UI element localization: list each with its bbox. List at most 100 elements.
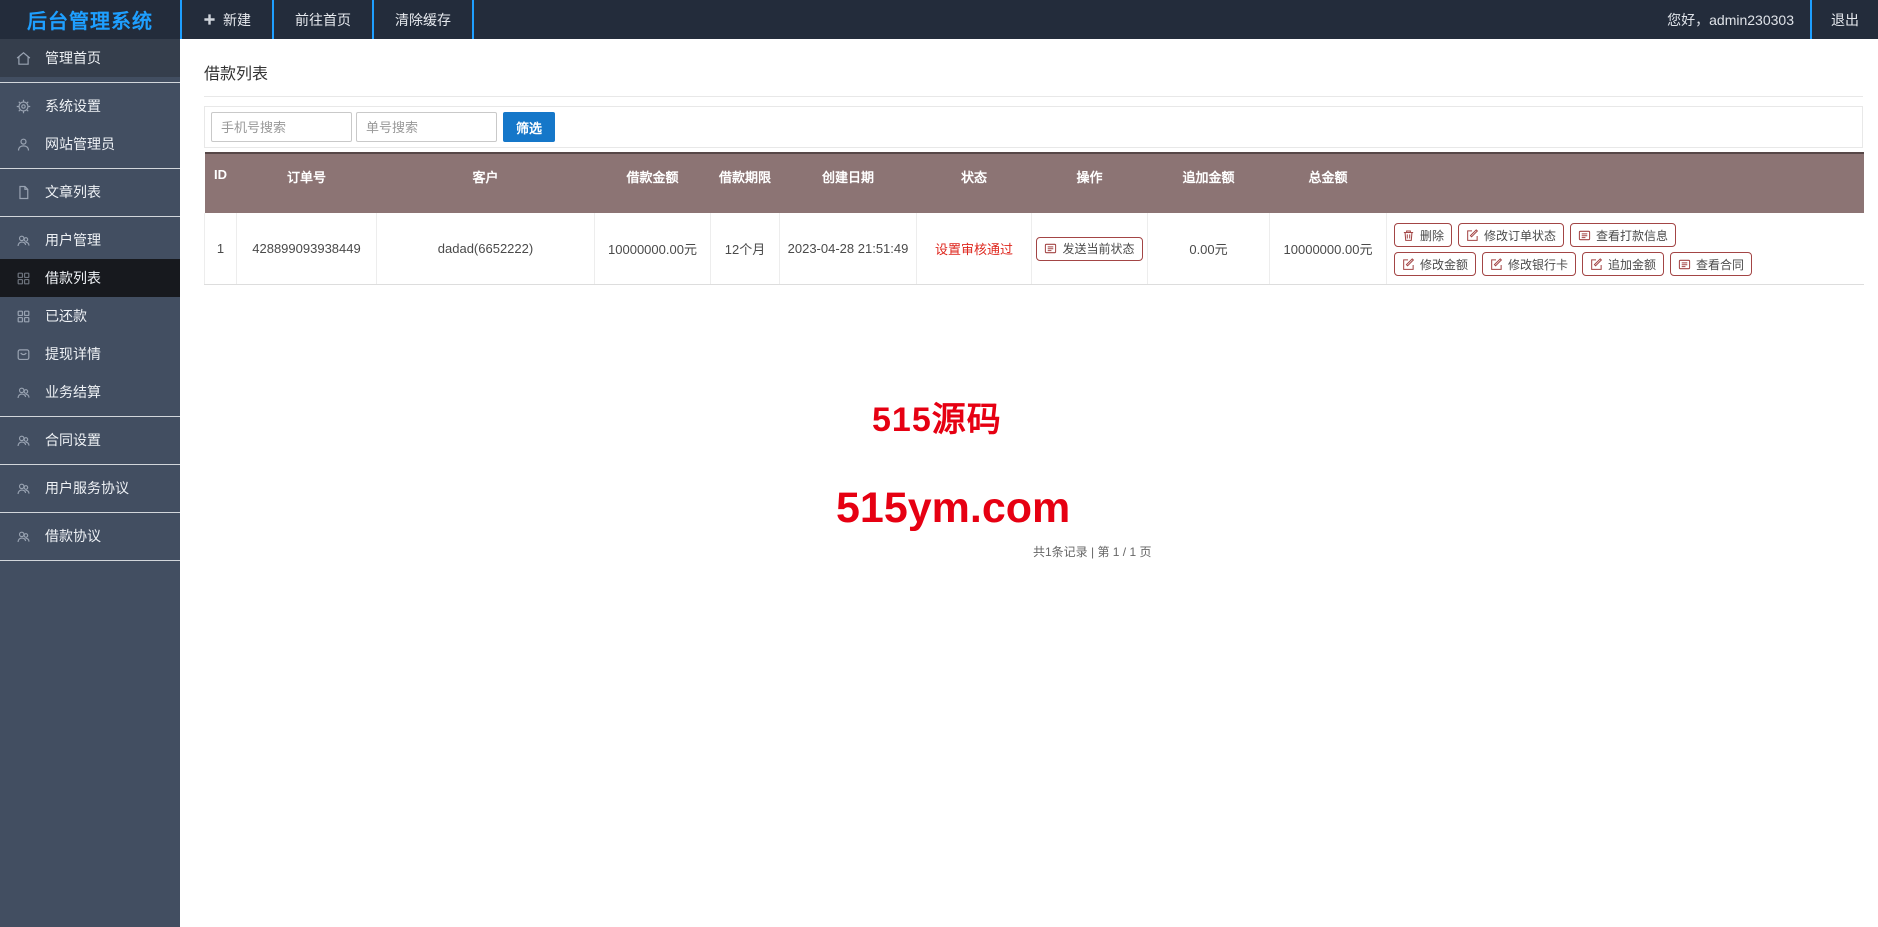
user-icon (15, 136, 32, 153)
box-icon (15, 346, 32, 363)
users-icon (15, 232, 32, 249)
sidebar-group: 系统设置 网站管理员 (0, 83, 180, 169)
sidebar-group: 用户管理 借款列表 已还款 提现详情 业务结算 (0, 217, 180, 417)
cell-total-amount: 10000000.00元 (1269, 213, 1387, 285)
users-icon (15, 480, 32, 497)
list-icon (1578, 229, 1591, 242)
list-icon (1678, 258, 1691, 271)
add-amount-button[interactable]: 追加金额 (1582, 252, 1665, 276)
sidebar-item-label: 合同设置 (45, 432, 101, 448)
main-content: 借款列表 筛选 ID 订单号 客户 借款金额 借款期限 创建日期 状态 (180, 39, 1878, 927)
gear-icon (15, 98, 32, 115)
sidebar-item-user-management[interactable]: 用户管理 (0, 221, 180, 259)
trash-icon (1402, 229, 1415, 242)
home-icon (15, 50, 32, 67)
top-bar: 后台管理系统 新建 前往首页 清除缓存 您好，admin230303 退出 (0, 0, 1878, 39)
admin-page: 后台管理系统 新建 前往首页 清除缓存 您好，admin230303 退出 管理… (0, 0, 1878, 927)
clear-cache-label: 清除缓存 (395, 11, 451, 28)
sidebar-item-label: 借款协议 (45, 528, 101, 544)
sidebar-group: 合同设置 (0, 417, 180, 465)
col-header-created-date: 创建日期 (779, 152, 917, 213)
clear-cache-button[interactable]: 清除缓存 (374, 0, 474, 39)
app-logo: 后台管理系统 (27, 11, 153, 33)
sidebar-group: 借款协议 (0, 513, 180, 561)
sidebar-item-loan-agreement[interactable]: 借款协议 (0, 517, 180, 555)
sidebar-item-label: 已还款 (45, 308, 87, 324)
top-bar-right: 您好，admin230303 退出 (1651, 0, 1878, 39)
go-homepage-label: 前往首页 (295, 11, 351, 28)
col-header-id: ID (204, 152, 237, 213)
cell-actions: 删除 修改订单状态 查看打款信息 修改金额 修改银行卡 追加金额 查看合同 (1386, 213, 1864, 285)
delete-button[interactable]: 删除 (1394, 223, 1453, 247)
col-header-extra-amount: 追加金额 (1147, 152, 1270, 213)
user-greeting: 您好，admin230303 (1667, 11, 1794, 28)
col-header-actions (1386, 152, 1864, 213)
cell-order-no: 428899093938449 (236, 213, 377, 285)
status-badge: 设置审核通过 (934, 242, 1013, 257)
loan-table: ID 订单号 客户 借款金额 借款期限 创建日期 状态 操作 追加金额 总金额 … (204, 152, 1864, 285)
sidebar-group: 文章列表 (0, 169, 180, 217)
order-search-input[interactable] (356, 112, 497, 142)
send-current-status-button[interactable]: 发送当前状态 (1036, 236, 1143, 261)
cell-status: 设置审核通过 (916, 213, 1032, 285)
view-contract-button[interactable]: 查看合同 (1670, 252, 1753, 276)
actions-row-1: 删除 修改订单状态 查看打款信息 (1394, 223, 1860, 247)
sidebar-item-label: 系统设置 (45, 98, 101, 114)
cell-customer: dadad(6652222) (376, 213, 595, 285)
list-icon (1044, 242, 1057, 255)
cell-loan-amount: 10000000.00元 (594, 213, 711, 285)
grid-icon (15, 270, 32, 287)
sidebar-item-label: 提现详情 (45, 346, 101, 362)
view-payment-info-button[interactable]: 查看打款信息 (1570, 223, 1677, 247)
sidebar-item-label: 用户管理 (45, 232, 101, 248)
sidebar-item-repaid[interactable]: 已还款 (0, 297, 180, 335)
cell-extra-amount: 0.00元 (1147, 213, 1270, 285)
cell-loan-term: 12个月 (710, 213, 780, 285)
file-icon (15, 184, 32, 201)
sidebar-item-label: 网站管理员 (45, 136, 115, 152)
grid-icon (15, 308, 32, 325)
new-button[interactable]: 新建 (182, 0, 274, 39)
modify-order-status-button[interactable]: 修改订单状态 (1458, 223, 1565, 247)
users-icon (15, 432, 32, 449)
sidebar-item-home[interactable]: 管理首页 (0, 39, 180, 77)
sidebar-item-withdrawal-details[interactable]: 提现详情 (0, 335, 180, 373)
go-homepage-button[interactable]: 前往首页 (274, 0, 374, 39)
col-header-customer: 客户 (376, 152, 595, 213)
sidebar-item-label: 管理首页 (45, 50, 101, 66)
actions-row-2: 修改金额 修改银行卡 追加金额 查看合同 (1394, 252, 1860, 276)
col-header-operation: 操作 (1031, 152, 1148, 213)
new-button-label: 新建 (223, 11, 251, 28)
edit-icon (1402, 258, 1415, 271)
sidebar-item-label: 文章列表 (45, 184, 101, 200)
modify-amount-button[interactable]: 修改金额 (1394, 252, 1477, 276)
sidebar-item-label: 借款列表 (45, 270, 101, 286)
edit-icon (1490, 258, 1503, 271)
col-header-loan-amount: 借款金额 (594, 152, 711, 213)
sidebar-item-loan-list[interactable]: 借款列表 (0, 259, 180, 297)
col-header-status: 状态 (916, 152, 1032, 213)
watermark-line2: 515ym.com (836, 484, 1071, 532)
cell-created-date: 2023-04-28 21:51:49 (779, 213, 917, 285)
sidebar-item-article-list[interactable]: 文章列表 (0, 173, 180, 211)
modify-bank-card-button[interactable]: 修改银行卡 (1482, 252, 1577, 276)
users-icon (15, 528, 32, 545)
sidebar-item-site-admin[interactable]: 网站管理员 (0, 125, 180, 163)
sidebar-item-contract-settings[interactable]: 合同设置 (0, 421, 180, 459)
watermark-line1: 515源码 (872, 401, 1002, 439)
table-header-row: ID 订单号 客户 借款金额 借款期限 创建日期 状态 操作 追加金额 总金额 (204, 152, 1864, 213)
pagination: 共1条记录 | 第 1 / 1 页 (1033, 545, 1152, 559)
sidebar-item-business-settlement[interactable]: 业务结算 (0, 373, 180, 411)
sidebar-item-user-service-agreement[interactable]: 用户服务协议 (0, 469, 180, 507)
phone-search-input[interactable] (211, 112, 352, 142)
top-nav: 新建 前往首页 清除缓存 (180, 0, 474, 39)
cell-operation: 发送当前状态 (1031, 213, 1148, 285)
edit-icon (1590, 258, 1603, 271)
edit-icon (1466, 229, 1479, 242)
col-header-loan-term: 借款期限 (710, 152, 780, 213)
logout-button[interactable]: 退出 (1810, 0, 1878, 39)
sidebar-group: 用户服务协议 (0, 465, 180, 513)
sidebar-item-system-settings[interactable]: 系统设置 (0, 87, 180, 125)
sidebar: 管理首页 系统设置 网站管理员 文章列表 用户管理 借款列表 已还款 提现详情 … (0, 39, 180, 927)
filter-button[interactable]: 筛选 (503, 112, 555, 142)
